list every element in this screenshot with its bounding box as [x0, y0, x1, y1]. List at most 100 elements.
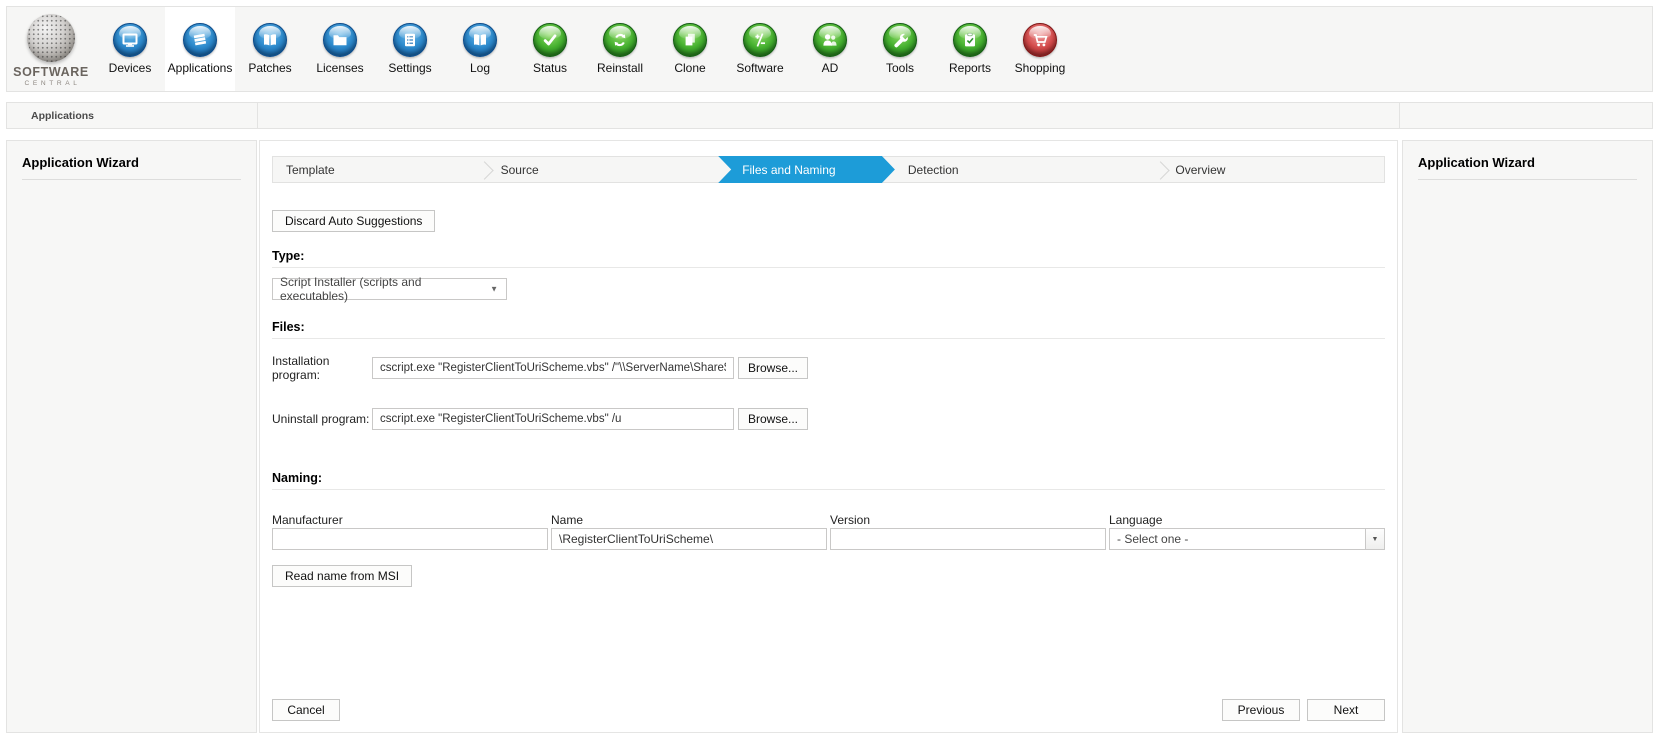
discard-auto-suggestions-button[interactable]: Discard Auto Suggestions	[272, 210, 435, 232]
toolbar-item-patches[interactable]: Patches	[235, 7, 305, 91]
wizard-step-label: Detection	[908, 163, 959, 177]
read-name-from-msi-button[interactable]: Read name from MSI	[272, 565, 412, 587]
uninstall-program-input[interactable]	[372, 408, 734, 430]
installation-program-input[interactable]	[372, 357, 734, 379]
file-rows: Installation program:Browse...Uninstall …	[272, 357, 1385, 430]
right-panel: Application Wizard	[1402, 140, 1653, 733]
toolbar-item-shopping[interactable]: Shopping	[1005, 7, 1075, 91]
wizard-step-label: Files and Naming	[742, 163, 835, 177]
shopping-icon	[1023, 23, 1057, 57]
toolbar-item-label: Settings	[388, 61, 431, 75]
left-panel-title: Application Wizard	[22, 155, 241, 170]
breadcrumb-bar: Applications	[6, 102, 1653, 129]
wizard-step-label: Template	[286, 163, 335, 177]
file-row-label: Installation program:	[272, 354, 372, 382]
tools-icon	[883, 23, 917, 57]
wizard-footer: Cancel Previous Next	[272, 699, 1385, 721]
naming-label-manufacturer: Manufacturer	[272, 513, 548, 526]
wizard-steps-bar: Template Source Files and Naming Detection O…	[272, 156, 1385, 183]
status-icon	[533, 23, 567, 57]
software-icon	[743, 23, 777, 57]
right-panel-title: Application Wizard	[1418, 155, 1637, 170]
browse-button[interactable]: Browse...	[738, 357, 808, 379]
name-input[interactable]	[551, 528, 827, 550]
breadcrumb-right-cell	[1399, 103, 1652, 128]
toolbar-item-devices[interactable]: Devices	[95, 7, 165, 91]
toolbar-items: Devices ApplicationsPatchesLicenses Settin…	[95, 7, 1075, 91]
toolbar-item-label: Reinstall	[597, 61, 643, 75]
toolbar-item-tools[interactable]: Tools	[865, 7, 935, 91]
toolbar-item-label: Reports	[949, 61, 991, 75]
settings-icon	[393, 23, 427, 57]
toolbar-item-licenses[interactable]: Licenses	[305, 7, 375, 91]
softwarecentral-window: SOFTWARE CENTRAL DevicesApplicationsPatc…	[0, 0, 1659, 741]
toolbar-item-log[interactable]: Log	[445, 7, 515, 91]
type-dropdown[interactable]: Script Installer (scripts and executable…	[272, 278, 507, 300]
chevron-down-icon[interactable]: ▼	[1365, 529, 1384, 549]
toolbar-item-label: Tools	[886, 61, 914, 75]
naming-field-labels: ManufacturerNameVersionLanguage	[272, 513, 1385, 526]
ad-icon	[813, 23, 847, 57]
left-panel: Application Wizard	[6, 140, 257, 733]
naming-rule	[272, 489, 1385, 490]
right-panel-rule	[1418, 179, 1637, 180]
breadcrumb-spacer	[258, 103, 1399, 128]
naming-section-heading: Naming:	[272, 471, 1385, 490]
type-dropdown-value: Script Installer (scripts and executable…	[280, 275, 482, 303]
toolbar-item-label: Log	[470, 61, 490, 75]
toolbar-item-label: Clone	[674, 61, 705, 75]
toolbar-item-ad[interactable]: AD	[795, 7, 865, 91]
wizard-step-files-and-naming[interactable]: Files and Naming	[718, 156, 895, 183]
wizard-step-template[interactable]: Template	[273, 157, 488, 182]
naming-label: Naming:	[272, 471, 1385, 485]
browse-button[interactable]: Browse...	[738, 408, 808, 430]
type-label: Type:	[272, 249, 1385, 263]
applications-icon	[183, 23, 217, 57]
wizard-step-label: Source	[501, 163, 539, 177]
manufacturer-input[interactable]	[272, 528, 548, 550]
toolbar-item-reports[interactable]: Reports	[935, 7, 1005, 91]
wizard-step-overview[interactable]: Overview	[1162, 157, 1384, 182]
toolbar-item-clone[interactable]: Clone	[655, 7, 725, 91]
naming-field-inputs: - Select one - ▼	[272, 528, 1385, 550]
toolbar-item-label: Software	[736, 61, 783, 75]
patches-icon	[253, 23, 287, 57]
toolbar-item-label: AD	[822, 61, 839, 75]
application-wizard-panel: Template Source Files and Naming Detection O…	[259, 140, 1398, 733]
wizard-step-source[interactable]: Source	[488, 157, 719, 182]
clone-icon	[673, 23, 707, 57]
footer-right-buttons: Previous Next	[1222, 699, 1385, 721]
toolbar-item-status[interactable]: Status	[515, 7, 585, 91]
version-input[interactable]	[830, 528, 1106, 550]
top-toolbar: SOFTWARE CENTRAL Devices ApplicationsPatc…	[6, 6, 1653, 92]
licenses-icon	[323, 23, 357, 57]
toolbar-item-software[interactable]: Software	[725, 7, 795, 91]
logo-sphere-icon	[27, 14, 75, 62]
toolbar-item-label: Status	[533, 61, 567, 75]
naming-label-language: Language	[1109, 513, 1385, 526]
language-dropdown[interactable]: - Select one - ▼	[1109, 528, 1385, 550]
language-dropdown-value: - Select one -	[1117, 532, 1188, 546]
toolbar-item-settings[interactable]: Settings	[375, 7, 445, 91]
logo-text-central: CENTRAL	[25, 80, 81, 87]
file-row-installation-program: Installation program: Browse...	[272, 357, 1385, 379]
left-panel-rule	[22, 179, 241, 180]
files-label: Files:	[272, 320, 1385, 334]
app-logo: SOFTWARE CENTRAL	[7, 7, 95, 91]
toolbar-item-label: Applications	[168, 61, 233, 75]
next-button[interactable]: Next	[1307, 699, 1385, 721]
toolbar-item-reinstall[interactable]: Reinstall	[585, 7, 655, 91]
naming-label-version: Version	[830, 513, 1106, 526]
toolbar-item-applications[interactable]: Applications	[165, 7, 235, 91]
toolbar-item-label: Devices	[109, 61, 152, 75]
chevron-down-icon: ▼	[490, 285, 498, 294]
type-rule	[272, 267, 1385, 268]
wizard-step-detection[interactable]: Detection	[895, 157, 1163, 182]
files-rule	[272, 338, 1385, 339]
devices-icon	[113, 23, 147, 57]
breadcrumb-label: Applications	[31, 110, 94, 122]
breadcrumb[interactable]: Applications	[7, 103, 258, 128]
cancel-button[interactable]: Cancel	[272, 699, 340, 721]
log-icon	[463, 23, 497, 57]
previous-button[interactable]: Previous	[1222, 699, 1300, 721]
